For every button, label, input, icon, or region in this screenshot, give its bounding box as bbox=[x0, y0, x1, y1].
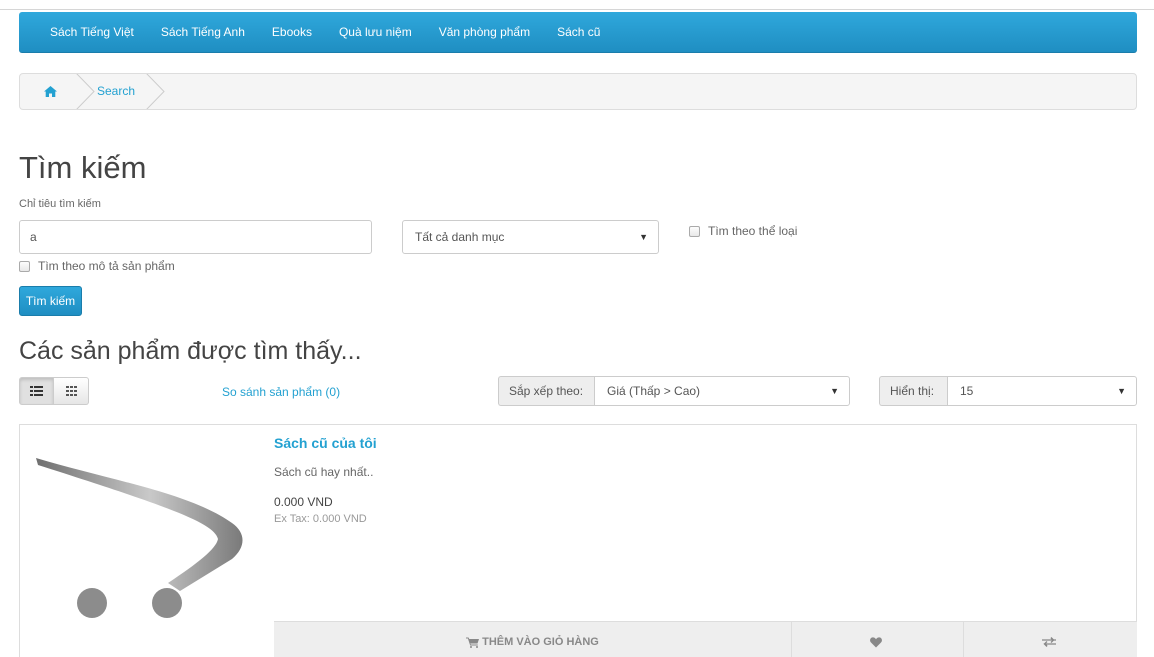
description-checkbox[interactable] bbox=[19, 260, 30, 272]
category-selected: Tất cả danh mục bbox=[415, 230, 505, 244]
limit-selected: 15 bbox=[960, 384, 974, 398]
product-price: 0.000 VND bbox=[274, 495, 333, 509]
top-divider bbox=[0, 9, 1154, 10]
results-title: Các sản phẩm được tìm thấy... bbox=[19, 337, 362, 365]
list-icon bbox=[30, 386, 43, 396]
menu-item-qua-luu-niem[interactable]: Quà lưu niệm bbox=[339, 25, 412, 39]
limit-label: Hiển thị: bbox=[879, 376, 947, 406]
subcategory-label: Tìm theo thể loại bbox=[708, 224, 798, 238]
sort-label: Sắp xếp theo: bbox=[498, 376, 594, 406]
sort-control: Sắp xếp theo: Giá (Thấp > Cao) ▼ bbox=[498, 376, 850, 406]
menu-item-ebooks[interactable]: Ebooks bbox=[272, 25, 312, 39]
list-view-button[interactable] bbox=[19, 377, 54, 405]
menu-item-van-phong-pham[interactable]: Văn phòng phẩm bbox=[439, 25, 530, 39]
menu-item-sach-cu[interactable]: Sách cũ bbox=[557, 25, 600, 39]
add-to-cart-label: THÊM VÀO GIỎ HÀNG bbox=[482, 636, 599, 648]
main-menu: Sách Tiếng Việt Sách Tiếng Anh Ebooks Qu… bbox=[19, 12, 1137, 53]
caret-down-icon: ▼ bbox=[1117, 386, 1126, 396]
limit-control: Hiển thị: 15 ▼ bbox=[879, 376, 1137, 406]
limit-select[interactable]: 15 ▼ bbox=[947, 376, 1137, 406]
search-button[interactable]: Tìm kiếm bbox=[19, 286, 82, 316]
grid-icon bbox=[65, 386, 77, 396]
description-label: Tìm theo mô tả sản phẩm bbox=[38, 259, 175, 273]
add-to-wishlist-button[interactable] bbox=[792, 622, 964, 657]
breadcrumb-home[interactable] bbox=[20, 74, 80, 109]
breadcrumb-separator bbox=[76, 74, 95, 109]
product-tax: Ex Tax: 0.000 VND bbox=[274, 513, 367, 525]
search-input[interactable] bbox=[19, 220, 372, 254]
breadcrumb-separator bbox=[146, 74, 165, 109]
caret-down-icon: ▼ bbox=[830, 386, 839, 396]
compare-button[interactable] bbox=[964, 622, 1137, 657]
subcategory-option: Tìm theo thể loại bbox=[689, 224, 797, 238]
exchange-icon bbox=[1042, 637, 1056, 647]
criteria-label: Chỉ tiêu tìm kiếm bbox=[19, 198, 101, 210]
product-description: Sách cũ hay nhất.. bbox=[274, 465, 374, 479]
home-icon bbox=[43, 86, 57, 97]
breadcrumb-search[interactable]: Search bbox=[97, 74, 135, 109]
product-image[interactable] bbox=[20, 425, 273, 625]
cart-icon bbox=[466, 637, 480, 648]
menu-item-sach-tieng-anh[interactable]: Sách Tiếng Anh bbox=[161, 25, 245, 39]
sort-selected: Giá (Thấp > Cao) bbox=[607, 384, 701, 398]
view-toggle bbox=[19, 377, 89, 405]
page-title: Tìm kiếm bbox=[19, 150, 147, 185]
add-to-cart-button[interactable]: THÊM VÀO GIỎ HÀNG bbox=[274, 622, 792, 657]
compare-products-link[interactable]: So sánh sản phẩm (0) bbox=[222, 385, 340, 399]
category-select[interactable]: Tất cả danh mục ▼ bbox=[402, 220, 659, 254]
description-option: Tìm theo mô tả sản phẩm bbox=[19, 259, 175, 273]
caret-down-icon: ▼ bbox=[639, 232, 648, 242]
subcategory-checkbox[interactable] bbox=[689, 225, 700, 237]
menu-item-sach-tieng-viet[interactable]: Sách Tiếng Việt bbox=[50, 25, 134, 39]
product-card: Sách cũ của tôi Sách cũ hay nhất.. 0.000… bbox=[19, 424, 1137, 657]
breadcrumb: Search bbox=[19, 73, 1137, 110]
grid-view-button[interactable] bbox=[54, 377, 89, 405]
sort-select[interactable]: Giá (Thấp > Cao) ▼ bbox=[594, 376, 850, 406]
product-name[interactable]: Sách cũ của tôi bbox=[274, 435, 377, 451]
shopping-cart-placeholder-icon bbox=[36, 458, 243, 618]
product-actions: THÊM VÀO GIỎ HÀNG bbox=[274, 621, 1137, 657]
heart-icon bbox=[870, 636, 882, 647]
